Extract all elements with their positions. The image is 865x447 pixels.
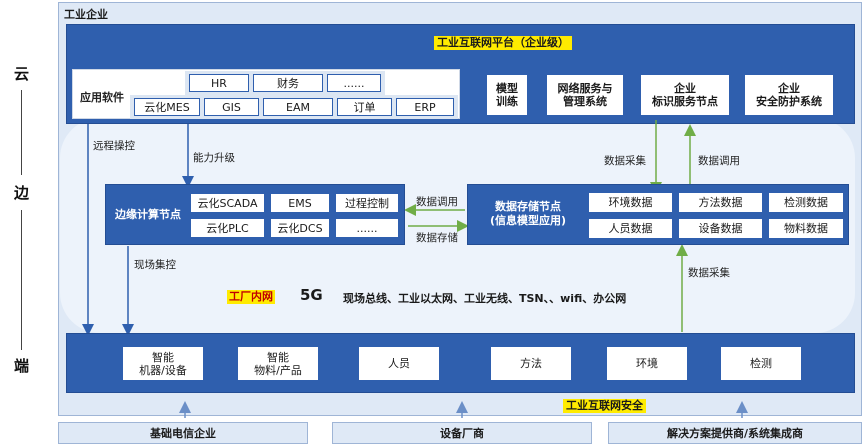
storage-material-data[interactable]: 物料数据	[768, 218, 844, 239]
device-method[interactable]: 方法	[490, 346, 572, 381]
storage-inspection-data[interactable]: 检测数据	[768, 192, 844, 213]
edge-node-label: 边缘计算节点	[115, 208, 181, 221]
fiveg-label: 5G	[300, 286, 323, 304]
edge-more[interactable]: ......	[335, 218, 399, 238]
provider-solutions[interactable]: 解决方案提供商/系统集成商	[608, 422, 862, 444]
device-smart-machine[interactable]: 智能 机器/设备	[122, 346, 204, 381]
storage-environment-data[interactable]: 环境数据	[588, 192, 673, 213]
device-personnel[interactable]: 人员	[358, 346, 440, 381]
industrial-internet-security-label: 工业互联网安全	[563, 399, 646, 413]
edge-process-control[interactable]: 过程控制	[335, 193, 399, 213]
device-environment[interactable]: 环境	[606, 346, 688, 381]
storage-personnel-data[interactable]: 人员数据	[588, 218, 673, 239]
storage-node-label: 数据存储节点 (信息模型应用)	[489, 200, 567, 227]
edge-cloud-plc[interactable]: 云化PLC	[190, 218, 265, 238]
network-items: 现场总线、工业以太网、工业无线、TSN、、wifi、办公网	[343, 292, 627, 305]
device-inspection[interactable]: 检测	[720, 346, 802, 381]
provider-equipment[interactable]: 设备厂商	[332, 422, 592, 444]
data-collect-top-label: 数据采集	[604, 155, 646, 167]
factory-network-label: 工厂内网	[227, 290, 275, 304]
edge-ems[interactable]: EMS	[270, 193, 330, 213]
data-store-mid-label: 数据存储	[416, 232, 458, 244]
storage-method-data[interactable]: 方法数据	[678, 192, 763, 213]
data-invoke-top-label: 数据调用	[698, 155, 740, 167]
storage-equipment-data[interactable]: 设备数据	[678, 218, 763, 239]
data-invoke-mid-label: 数据调用	[416, 196, 458, 208]
provider-telecom[interactable]: 基础电信企业	[58, 422, 308, 444]
capability-upgrade-label: 能力升级	[193, 152, 235, 164]
data-collect-bottom-label: 数据采集	[688, 267, 730, 279]
field-control-label: 现场集控	[134, 259, 176, 271]
edge-cloud-dcs[interactable]: 云化DCS	[270, 218, 330, 238]
edge-cloud-scada[interactable]: 云化SCADA	[190, 193, 265, 213]
remote-control-label: 远程操控	[93, 140, 135, 152]
device-smart-material[interactable]: 智能 物料/产品	[237, 346, 319, 381]
